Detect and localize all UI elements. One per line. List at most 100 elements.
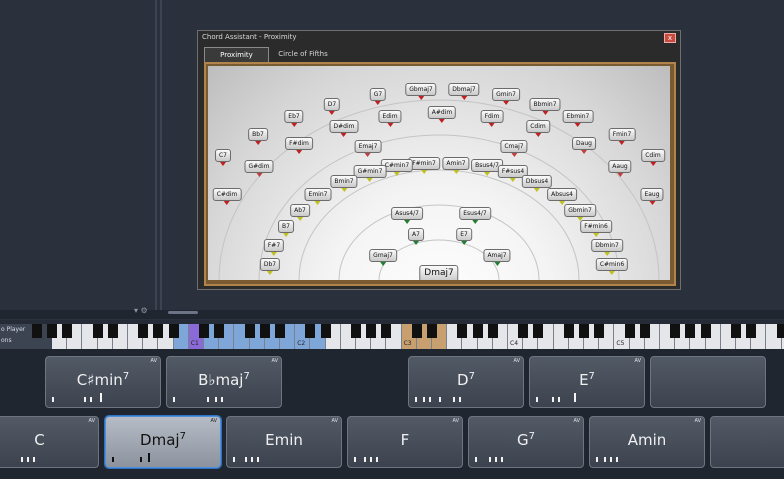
chord-bubble[interactable]: F#dim xyxy=(285,137,313,154)
chord-pad[interactable]: E7 AV xyxy=(529,356,645,408)
black-key[interactable] xyxy=(244,324,255,338)
chord-bubble[interactable]: F#min6 xyxy=(580,220,612,237)
black-key[interactable] xyxy=(700,324,711,338)
scrollbar-thumb[interactable] xyxy=(168,311,198,314)
black-key[interactable] xyxy=(305,324,316,338)
chord-pad[interactable]: B♭maj7 AV xyxy=(166,356,282,408)
chord-pad[interactable] xyxy=(710,416,784,468)
black-key[interactable] xyxy=(731,324,741,338)
black-key[interactable] xyxy=(670,324,681,338)
black-key[interactable] xyxy=(746,324,757,338)
chord-bubble[interactable]: Ebmin7 xyxy=(562,110,594,127)
horizontal-scrollbar[interactable] xyxy=(0,310,784,319)
chord-bubble[interactable]: Eb7 xyxy=(284,110,304,127)
black-key[interactable] xyxy=(411,324,422,338)
black-key[interactable] xyxy=(259,324,270,338)
black-key[interactable] xyxy=(457,324,468,338)
chord-bubble[interactable]: Gbmin7 xyxy=(564,204,596,221)
chord-bubble[interactable]: A7 xyxy=(408,228,424,245)
black-key[interactable] xyxy=(199,324,209,338)
chord-bubble[interactable]: C#dim xyxy=(212,188,242,205)
chord-pad[interactable]: C♯min7 AV xyxy=(45,356,161,408)
black-key[interactable] xyxy=(472,324,483,338)
chord-bubble[interactable]: Bmin7 xyxy=(330,175,358,192)
black-key[interactable] xyxy=(107,324,118,338)
settings-gear-icon[interactable]: ▾ ⚙ xyxy=(134,306,148,315)
black-key[interactable] xyxy=(487,324,498,338)
chord-pad[interactable]: Amin AV xyxy=(589,416,705,468)
chord-bubble[interactable]: C#min6 xyxy=(595,258,629,275)
black-key[interactable] xyxy=(47,324,57,338)
piano-keyboard[interactable]: C1 C2 C3 C4 C5 xyxy=(31,324,784,349)
black-key[interactable] xyxy=(427,324,437,338)
chord-bubble[interactable]: B7 xyxy=(278,220,294,237)
black-key[interactable] xyxy=(579,324,589,338)
chord-bubble[interactable]: Bb7 xyxy=(248,128,268,145)
tab-proximity[interactable]: Proximity xyxy=(204,47,269,62)
black-key[interactable] xyxy=(624,324,635,338)
chord-bubble[interactable]: Dbsus4 xyxy=(521,175,553,192)
chord-bubble[interactable]: Ab7 xyxy=(290,204,310,221)
chord-bubble[interactable]: D#dim xyxy=(329,120,359,137)
chord-bubble[interactable]: Absus4 xyxy=(547,188,577,205)
chord-pad[interactable]: G7 AV xyxy=(468,416,584,468)
black-key[interactable] xyxy=(366,324,377,338)
close-icon[interactable]: x xyxy=(664,33,676,43)
chord-bubble[interactable]: Db7 xyxy=(259,258,281,275)
chord-bubble[interactable]: G7 xyxy=(369,88,387,105)
chord-bubble[interactable]: Fmin7 xyxy=(608,128,636,145)
black-key[interactable] xyxy=(685,324,696,338)
chord-bubble[interactable]: G#min7 xyxy=(353,165,387,182)
black-key[interactable] xyxy=(776,324,784,338)
black-key[interactable] xyxy=(381,324,392,338)
chord-pad[interactable]: C AV xyxy=(0,416,99,468)
chord-bubble[interactable]: Dbmin7 xyxy=(591,239,623,256)
chord-bubble[interactable]: Dbmaj7 xyxy=(448,83,480,100)
black-key[interactable] xyxy=(62,324,73,338)
chord-bubble[interactable]: F#7 xyxy=(263,239,285,256)
black-key[interactable] xyxy=(214,324,225,338)
chord-bubble[interactable]: C7 xyxy=(214,149,232,166)
chord-bubble[interactable]: Gbmaj7 xyxy=(405,83,437,100)
black-key[interactable] xyxy=(639,324,650,338)
black-key[interactable] xyxy=(168,324,179,338)
black-key[interactable] xyxy=(275,324,285,338)
chord-bubble[interactable]: E7 xyxy=(456,228,472,245)
chord-pad[interactable]: Emin AV xyxy=(226,416,342,468)
chord-bubble[interactable]: Emin7 xyxy=(304,188,332,205)
chord-bubble[interactable]: Dmaj7 xyxy=(419,265,459,280)
chord-bubble[interactable]: Gmin7 xyxy=(492,88,520,105)
chord-bubble[interactable]: Cdim xyxy=(641,149,665,166)
chord-bubble[interactable]: Cdim xyxy=(526,120,550,137)
chord-bubble[interactable]: F#min7 xyxy=(408,157,440,174)
chord-bubble[interactable]: G#dim xyxy=(244,160,274,177)
chord-bubble[interactable]: Aaug xyxy=(608,160,632,177)
black-key[interactable] xyxy=(594,324,605,338)
chord-pad[interactable]: Dmaj7 AV xyxy=(105,416,221,468)
black-key[interactable] xyxy=(138,324,149,338)
black-key[interactable] xyxy=(351,324,361,338)
chord-bubble[interactable]: Asus4/7 xyxy=(391,207,423,224)
chord-bubble[interactable]: Gmaj7 xyxy=(369,249,397,266)
chord-bubble[interactable]: Esus4/7 xyxy=(459,207,491,224)
chord-pad[interactable] xyxy=(650,356,766,408)
chord-bubble[interactable]: Daug xyxy=(572,137,596,154)
chord-pad[interactable]: D7 AV xyxy=(408,356,524,408)
chord-bubble[interactable]: Emaj7 xyxy=(354,140,382,157)
black-key[interactable] xyxy=(533,324,544,338)
black-key[interactable] xyxy=(92,324,103,338)
chord-bubble[interactable]: Cmaj7 xyxy=(500,140,528,157)
tab-circle-of-fifths[interactable]: Circle of Fifths xyxy=(268,47,338,61)
chord-bubble[interactable]: Bbmin7 xyxy=(529,98,561,115)
chord-pad[interactable]: F AV xyxy=(347,416,463,468)
black-key[interactable] xyxy=(518,324,529,338)
black-key[interactable] xyxy=(563,324,574,338)
chord-bubble[interactable]: A#dim xyxy=(427,106,457,123)
chord-bubble[interactable]: Eaug xyxy=(640,188,664,205)
black-key[interactable] xyxy=(153,324,164,338)
chord-bubble[interactable]: Fdim xyxy=(480,110,504,127)
chord-bubble[interactable]: Amin7 xyxy=(442,157,470,174)
black-key[interactable] xyxy=(31,324,42,338)
black-key[interactable] xyxy=(320,324,331,338)
chord-bubble[interactable]: D7 xyxy=(323,98,341,115)
